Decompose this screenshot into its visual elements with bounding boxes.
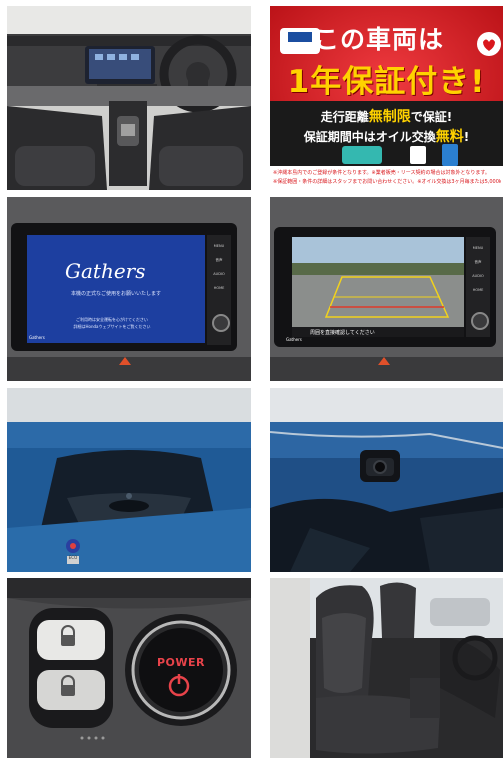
rear-camera-brand-small: Gathers — [286, 337, 302, 342]
warranty-line4: 保証期間中はオイル交換無料! — [270, 126, 503, 146]
warranty-fine-print1: ※沖縄本島内でのご登録が条件となります。※業者販売・リース契約の場合は対象外とな… — [273, 170, 490, 176]
warranty-banner[interactable]: この車両は 1年保証付き! 走行距離無制限で保証! 保証期間中はオイル交換無料!… — [270, 6, 503, 190]
photo-windshield-sensor[interactable]: ECO — [7, 388, 251, 572]
front-seats-image — [270, 578, 503, 758]
photo-interior-dashboard[interactable] — [7, 6, 251, 190]
photo-rear-camera[interactable]: 周囲を直接確認してください Gathers MENU 音声 AUDIO HOME — [270, 197, 503, 381]
rear-home-button[interactable]: HOME — [467, 283, 489, 297]
power-button-image — [7, 578, 251, 758]
warranty-line2: 1年保証付き! — [287, 64, 486, 100]
rear-camera-caption: 周囲を直接確認してください — [310, 330, 375, 336]
nav-body-text1: ご利用時は安全運転を心がけてください — [76, 317, 148, 322]
dashcam-image — [270, 388, 503, 572]
photo-nav-screen[interactable]: Gathers 本機の正式なご使用をお願いいたします ご利用時は安全運転を心がけ… — [7, 197, 251, 381]
nav-home-button[interactable]: HOME — [208, 281, 230, 295]
photo-front-seats[interactable] — [270, 578, 503, 758]
nav-brand-small: Gathers — [29, 335, 45, 340]
rear-voice-button[interactable]: 音声 — [467, 255, 489, 269]
rear-audio-button[interactable]: AUDIO — [467, 269, 489, 283]
warranty-line3-prefix: 走行距離 — [320, 110, 369, 124]
rear-menu-button[interactable]: MENU — [467, 241, 489, 255]
nav-welcome-text: 本機の正式なご使用をお願いいたします — [70, 291, 161, 297]
interior-dashboard-image — [7, 6, 251, 190]
windshield-sensor-image — [7, 388, 251, 572]
power-button-label: POWER — [157, 656, 206, 669]
warranty-line3-suffix: で保証! — [410, 110, 453, 124]
nav-audio-button[interactable]: AUDIO — [208, 267, 230, 281]
nav-voice-button[interactable]: 音声 — [208, 253, 230, 267]
nav-menu-button[interactable]: MENU — [208, 239, 230, 253]
windshield-sticker-text: ECO — [68, 555, 78, 560]
rear-side-buttons: MENU 音声 AUDIO HOME — [467, 241, 489, 297]
warranty-line4-suffix: ! — [463, 130, 470, 144]
warranty-fine-print2: ※保証範囲・条件の詳細はスタッフまでお問い合わせください。※オイル交換は3ヶ月毎… — [273, 179, 501, 185]
warranty-line3-highlight: 無制限 — [368, 109, 411, 125]
nav-side-buttons: MENU 音声 AUDIO HOME — [208, 239, 230, 295]
nav-logo: Gathers — [65, 259, 146, 283]
nav-body-text2: 詳細はHondaウェブサイトをご覧ください — [73, 324, 151, 329]
photo-power-button[interactable]: POWER — [7, 578, 251, 758]
warranty-line1: この車両は — [314, 25, 445, 54]
warranty-line4-prefix: 保証期間中はオイル交換 — [303, 130, 436, 144]
warranty-line3: 走行距離無制限で保証! — [270, 106, 503, 126]
warranty-line4-highlight: 無料 — [435, 129, 464, 145]
photo-dashcam[interactable] — [270, 388, 503, 572]
